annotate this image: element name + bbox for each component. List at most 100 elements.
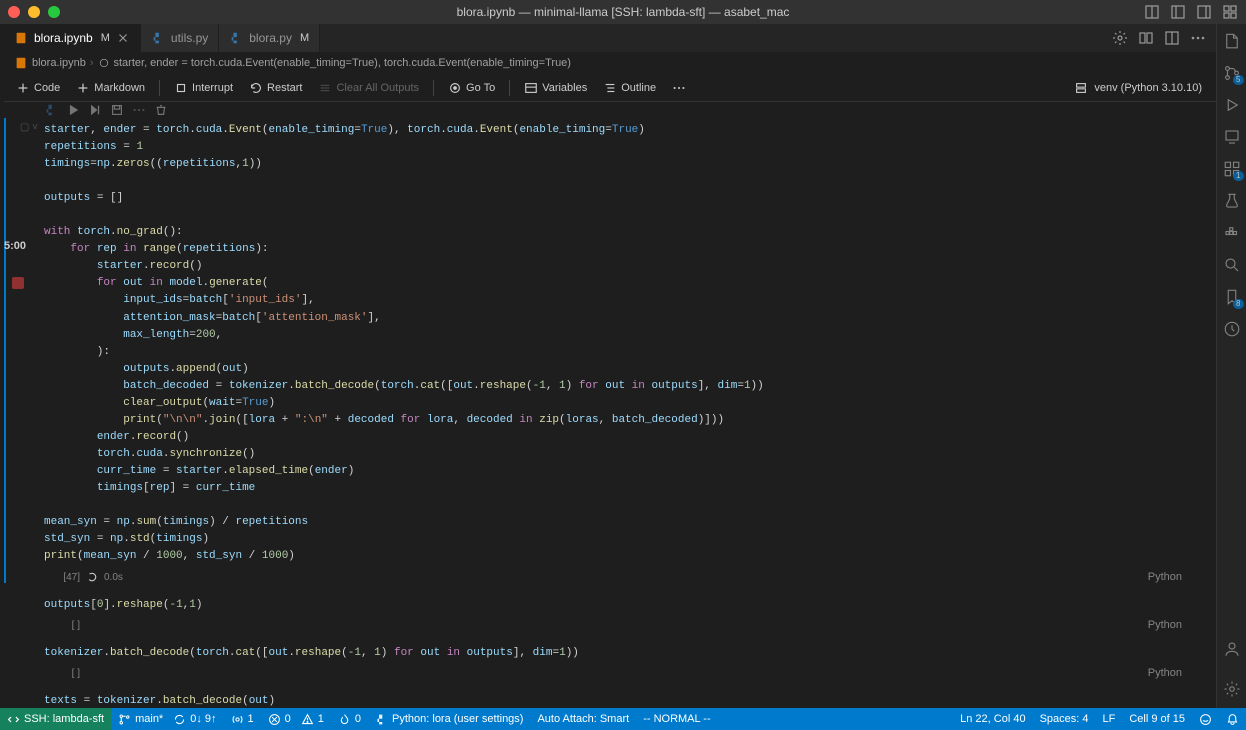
breadcrumb[interactable]: blora.ipynb › starter, ender = torch.cud… [4, 52, 1216, 74]
symbol-icon [98, 57, 110, 69]
outline-button[interactable]: Outline [597, 78, 662, 98]
add-code-button[interactable]: Code [10, 78, 66, 98]
more-button[interactable] [666, 78, 692, 98]
statusbar: SSH: lambda-sft main* 0↓ 9↑ 1 0 1 0 Pyth… [0, 708, 1246, 730]
tab-actions [1112, 24, 1216, 52]
trash-icon[interactable] [154, 103, 168, 117]
cell[interactable]: ▢ ˅ starter, ender = torch.cuda.Event(en… [4, 118, 1216, 583]
add-markdown-button[interactable]: Markdown [70, 78, 151, 98]
close-icon[interactable] [116, 31, 130, 45]
remote-indicator[interactable]: SSH: lambda-sft [0, 708, 111, 730]
run-debug-icon[interactable] [1223, 96, 1241, 114]
timeline-icon[interactable] [1223, 320, 1241, 338]
layout-right-icon[interactable] [1196, 4, 1212, 20]
modified-indicator: M [300, 32, 309, 44]
problems-indicator[interactable]: 0 1 [261, 708, 331, 730]
plus-icon [76, 81, 90, 95]
exec-count: [47] [44, 572, 80, 583]
python-icon[interactable] [44, 103, 58, 117]
cell-lang[interactable]: Python [44, 619, 1196, 631]
account-icon[interactable] [1223, 640, 1241, 658]
collapse-icon[interactable]: ▢ ˅ [20, 122, 38, 133]
radio-icon [231, 713, 244, 726]
interrupt-button[interactable]: Interrupt [168, 78, 239, 98]
settings-icon[interactable] [1223, 680, 1241, 698]
run-by-line-icon[interactable] [88, 103, 102, 117]
tab-blora-ipynb[interactable]: blora.ipynb M [4, 24, 141, 52]
exec-count: [ ] [44, 620, 80, 631]
breadcrumb-symbol: starter, ender = torch.cuda.Event(enable… [114, 57, 571, 69]
titlebar: blora.ipynb — minimal-llama [SSH: lambda… [0, 0, 1246, 24]
clear-icon [318, 81, 332, 95]
cell-code[interactable]: starter, ender = torch.cuda.Event(enable… [44, 118, 1196, 569]
layout-panel-icon[interactable] [1144, 4, 1160, 20]
ports-indicator[interactable]: 1 [224, 708, 261, 730]
tab-utils-py[interactable]: utils.py [141, 24, 219, 52]
cell[interactable]: outputs[0].reshape(-1,1) [ ] Python [4, 593, 1216, 631]
bookmarks-icon[interactable]: 8 [1223, 288, 1241, 306]
tabbar: blora.ipynb M utils.py blora.py M [4, 24, 1216, 52]
variables-button[interactable]: Variables [518, 78, 593, 98]
cell-toolbar [4, 102, 1216, 118]
variables-icon [524, 81, 538, 95]
run-icon[interactable] [66, 103, 80, 117]
split-icon[interactable] [1164, 30, 1180, 46]
git-branch[interactable]: main* 0↓ 9↑ [111, 708, 223, 730]
layout-sidebar-icon[interactable] [1170, 4, 1186, 20]
flame-icon [338, 713, 351, 726]
python-icon [229, 31, 243, 45]
notebook-icon [14, 56, 28, 70]
customize-layout-icon[interactable] [1222, 4, 1238, 20]
more-icon[interactable] [132, 103, 146, 117]
cell-code[interactable]: tokenizer.batch_decode(torch.cat([out.re… [44, 641, 1196, 666]
modified-indicator: M [101, 32, 110, 44]
gear-icon[interactable] [1112, 30, 1128, 46]
goto-button[interactable]: Go To [442, 78, 501, 98]
more-icon[interactable] [1190, 30, 1206, 46]
python-env[interactable]: Python: lora (user settings) [368, 708, 530, 730]
minimize-window-button[interactable] [28, 6, 40, 18]
auto-attach[interactable]: Auto Attach: Smart [530, 708, 636, 730]
maximize-window-button[interactable] [48, 6, 60, 18]
cell[interactable]: tokenizer.batch_decode(torch.cat([out.re… [4, 641, 1216, 679]
save-icon[interactable] [110, 103, 124, 117]
exec-time: 0.0s [104, 572, 123, 583]
docker-icon[interactable] [1223, 224, 1241, 242]
error-icon [268, 713, 281, 726]
close-window-button[interactable] [8, 6, 20, 18]
cell-lang[interactable]: Python [44, 571, 1196, 583]
test-icon[interactable] [1223, 192, 1241, 210]
python-icon [151, 31, 165, 45]
indentation[interactable]: Spaces: 4 [1033, 713, 1096, 725]
search-icon[interactable] [1223, 256, 1241, 274]
cell[interactable]: texts = tokenizer.batch_decode(out) for … [4, 689, 1216, 708]
cursor-position[interactable]: Ln 22, Col 40 [953, 713, 1032, 725]
kernel-selector[interactable]: venv (Python 3.10.10) [1074, 81, 1210, 95]
feedback-icon[interactable] [1192, 713, 1219, 726]
source-control-icon[interactable]: 5 [1223, 64, 1241, 82]
cell-code[interactable]: outputs[0].reshape(-1,1) [44, 593, 1196, 618]
restart-button[interactable]: Restart [243, 78, 308, 98]
exec-count: [ ] [44, 668, 80, 679]
snake-icon [375, 713, 388, 726]
tab-label: blora.py [249, 31, 292, 45]
notebook-toolbar: Code Markdown Interrupt Restart Clear Al… [4, 74, 1216, 102]
branch-icon [118, 713, 131, 726]
cell-position[interactable]: Cell 9 of 15 [1122, 713, 1192, 725]
notifications-icon[interactable] [1219, 713, 1246, 726]
tab-blora-py[interactable]: blora.py M [219, 24, 320, 52]
cell-lang[interactable]: Python [44, 667, 1196, 679]
window-controls [8, 6, 60, 18]
vim-mode: -- NORMAL -- [636, 708, 717, 730]
files-icon[interactable] [1223, 32, 1241, 50]
tab-label: blora.ipynb [34, 31, 93, 45]
eol[interactable]: LF [1096, 713, 1123, 725]
clear-outputs-button[interactable]: Clear All Outputs [312, 78, 425, 98]
notebook-scroll[interactable]: ▢ ˅ starter, ender = torch.cuda.Event(en… [4, 118, 1216, 708]
extensions-icon[interactable]: 1 [1223, 160, 1241, 178]
remote-explorer-icon[interactable] [1223, 128, 1241, 146]
diff-icon[interactable] [1138, 30, 1154, 46]
lint-indicator[interactable]: 0 [331, 708, 368, 730]
editor-area: blora.ipynb M utils.py blora.py M [4, 24, 1216, 708]
cell-code[interactable]: texts = tokenizer.batch_decode(out) for … [44, 689, 1196, 708]
